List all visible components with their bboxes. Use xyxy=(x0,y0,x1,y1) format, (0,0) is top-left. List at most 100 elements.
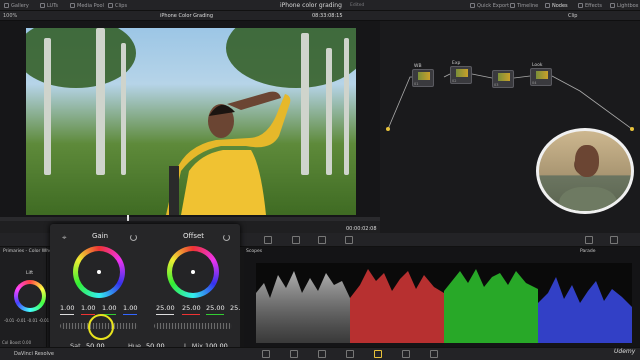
clip-title: iPhone Color Grading xyxy=(160,13,214,19)
quick-export-button[interactable]: Quick Export xyxy=(470,2,509,9)
tree-trunk xyxy=(344,38,349,175)
offset-b-value[interactable]: 25.00 xyxy=(230,304,240,312)
node-mode-selector[interactable]: Clip xyxy=(568,13,577,19)
lift-label: Lift xyxy=(26,271,34,276)
gain-label: Gain xyxy=(92,232,109,240)
primaries-title: Primaries - Color Whe xyxy=(3,249,52,254)
app-name: DaVinci Resolve xyxy=(14,351,54,357)
node-number: 04 xyxy=(532,81,537,85)
video-frame[interactable] xyxy=(26,28,356,215)
gain-r-value[interactable]: 1.00 xyxy=(81,304,95,312)
effects-button[interactable]: Effects xyxy=(578,2,602,9)
instructor-webcam xyxy=(536,128,634,214)
node-number: 01 xyxy=(414,82,419,86)
timecode-top: 08:33:08:15 xyxy=(312,13,343,19)
gain-y-value[interactable]: 1.00 xyxy=(60,304,74,312)
offset-label: Offset xyxy=(183,232,205,240)
timeline-button[interactable]: Timeline xyxy=(510,2,538,9)
deliver-page-icon[interactable] xyxy=(430,350,438,358)
color-page-icon[interactable] xyxy=(374,350,382,358)
offset-master-wheel[interactable] xyxy=(154,323,232,329)
gain-b-line xyxy=(123,314,137,315)
scope-expand-icon[interactable] xyxy=(610,236,618,244)
offset-y-value[interactable]: 25.00 xyxy=(156,304,175,312)
node-number: 02 xyxy=(452,79,457,83)
qualifier-icon[interactable] xyxy=(318,236,326,244)
nodes-label: Nodes xyxy=(552,2,568,9)
lightbox-button[interactable]: Lightbox xyxy=(610,2,639,9)
gain-y-line xyxy=(60,314,74,315)
node-thumbnail xyxy=(498,73,510,81)
node-look[interactable]: Look 04 xyxy=(530,63,552,86)
webcam-torso xyxy=(559,187,617,211)
luts-icon xyxy=(40,3,45,8)
tree-trunk xyxy=(44,38,51,175)
offset-r-value[interactable]: 25.00 xyxy=(182,304,201,312)
gain-wheel[interactable] xyxy=(73,246,125,298)
gain-wheel-center[interactable] xyxy=(97,270,101,274)
color-wheels-panel: ⌖ Gain Offset 1.00 1.00 1.00 1.00 25.00 … xyxy=(50,224,240,360)
node-number: 03 xyxy=(494,83,499,87)
fairlight-page-icon[interactable] xyxy=(402,350,410,358)
col-boost-value: 0.00 xyxy=(22,340,32,345)
quick-export-label: Quick Export xyxy=(477,2,510,9)
mouse-cursor-highlight xyxy=(88,314,114,340)
offset-wheel-center[interactable] xyxy=(191,270,195,274)
gain-reset-icon[interactable] xyxy=(130,234,137,241)
window-icon[interactable] xyxy=(345,236,353,244)
cut-page-icon[interactable] xyxy=(290,350,298,358)
effects-label: Effects xyxy=(585,2,602,9)
fusion-page-icon[interactable] xyxy=(346,350,354,358)
node-label: Look xyxy=(532,63,543,68)
offset-wheel[interactable] xyxy=(167,246,219,298)
offset-r-line xyxy=(182,314,200,315)
parade-red xyxy=(350,263,444,343)
timeline-label: Timeline xyxy=(517,2,539,9)
gain-r-line xyxy=(81,314,95,315)
offset-y-line xyxy=(156,314,174,315)
warper-icon[interactable] xyxy=(292,236,300,244)
nodes-button[interactable]: Nodes xyxy=(545,2,568,9)
parade-luma xyxy=(256,263,350,343)
node-thumbnail xyxy=(456,69,468,77)
col-boost[interactable]: Col Boost 0.00 xyxy=(2,340,31,345)
scope-mode-selector[interactable]: Parade xyxy=(580,249,596,254)
scopes-title: Scopes xyxy=(246,249,263,254)
curves-icon[interactable] xyxy=(264,236,272,244)
tree-trunk xyxy=(121,43,126,175)
gallery-tab[interactable]: Gallery xyxy=(4,2,29,9)
node-exp[interactable]: Exp 02 xyxy=(450,61,472,84)
lift-wheel[interactable] xyxy=(14,280,46,312)
node-wb[interactable]: WB 01 xyxy=(412,64,434,87)
parade-green xyxy=(444,263,538,343)
node-editor-header xyxy=(380,11,640,21)
udemy-watermark: Udemy xyxy=(614,348,636,355)
timeline-icon xyxy=(510,3,515,8)
gallery-icon xyxy=(4,3,9,8)
person-figure xyxy=(166,91,291,215)
edit-page-icon[interactable] xyxy=(318,350,326,358)
tree-trunk xyxy=(301,33,309,175)
node-thumbnail xyxy=(536,71,548,79)
export-icon xyxy=(470,3,475,8)
luts-tab[interactable]: LUTs xyxy=(40,2,58,9)
zoom-selector[interactable]: 100% xyxy=(3,13,17,19)
media-page-icon[interactable] xyxy=(262,350,270,358)
media-pool-label: Media Pool xyxy=(77,2,104,9)
media-pool-tab[interactable]: Media Pool xyxy=(70,2,104,9)
project-name: iPhone color grading xyxy=(280,2,342,9)
gain-b-value[interactable]: 1.00 xyxy=(123,304,137,312)
gain-g-value[interactable]: 1.00 xyxy=(102,304,116,312)
lightbox-icon xyxy=(610,3,615,8)
timecode-bottom: 00:00:02:08 xyxy=(346,226,377,232)
node-03[interactable]: 03 xyxy=(492,70,514,88)
col-boost-label: Col Boost xyxy=(2,340,21,345)
crosshair-icon[interactable]: ⌖ xyxy=(62,233,67,243)
offset-g-value[interactable]: 25.00 xyxy=(206,304,225,312)
parade-blue xyxy=(538,263,632,343)
clips-tab[interactable]: Clips xyxy=(108,2,127,9)
offset-reset-icon[interactable] xyxy=(223,234,230,241)
lift-values: -0.01 -0.01 -0.01 -0.01 xyxy=(4,318,50,323)
lightbox-label: Lightbox xyxy=(617,2,639,9)
scope-settings-icon[interactable] xyxy=(585,236,593,244)
